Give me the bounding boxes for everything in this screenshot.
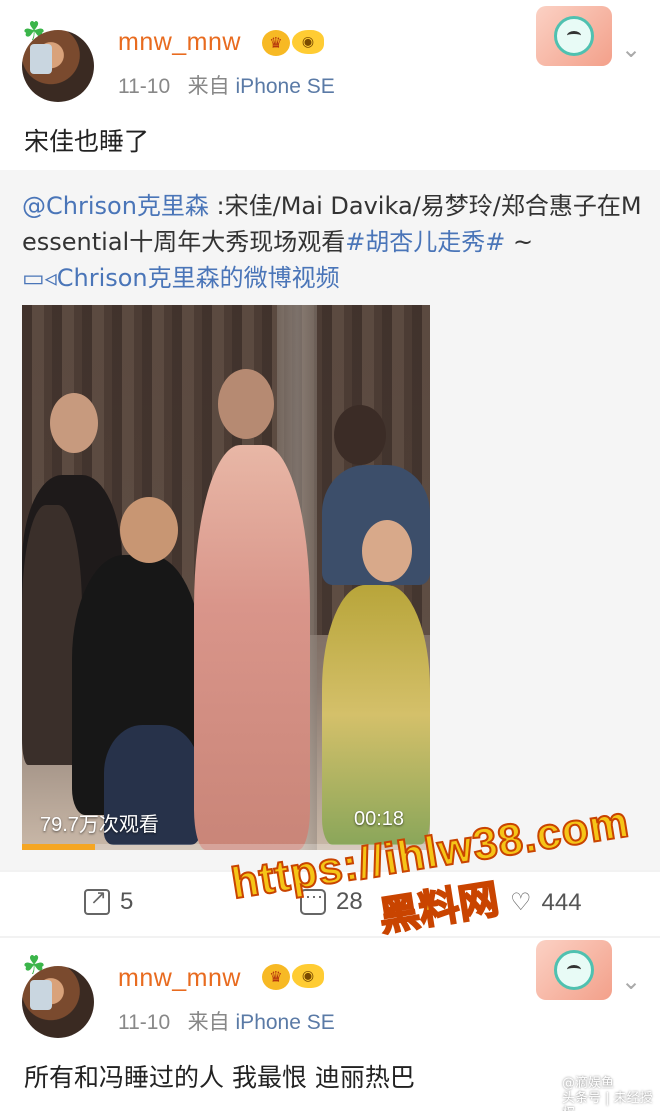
chevron-down-icon[interactable]: ⌄: [618, 968, 644, 994]
corner-watermark: @滴娱鱼 头条号 | 未经授权: [562, 1076, 660, 1111]
post-meta: 11-10 来自 iPhone SE: [118, 70, 335, 100]
video-progress-fill: [22, 844, 96, 850]
fish-badge-icon[interactable]: ◉: [292, 964, 324, 988]
repost-card[interactable]: @Chrison克里森 :宋佳/Mai Davika/易梦玲/郑合惠子在M es…: [0, 170, 660, 870]
video-source-link[interactable]: Chrison克里森的微博视频: [57, 264, 340, 292]
post-text: 宋佳也睡了: [24, 127, 150, 156]
source-device[interactable]: iPhone SE: [236, 1011, 335, 1034]
username[interactable]: mnw_mnw: [118, 28, 241, 57]
corner-watermark-line2: 头条号 | 未经授权: [562, 1091, 653, 1111]
share-count: 5: [120, 888, 134, 915]
video-figure: [322, 585, 430, 845]
share-icon: [84, 885, 110, 915]
weibo-post: ☘ mnw_mnw ♛ ◉ 11-10 来自 iPhone SE ⌄ 所有和冯睡…: [0, 938, 660, 1111]
corner-watermark-line1: @滴娱鱼: [562, 1076, 615, 1091]
post-meta: 11-10 来自 iPhone SE: [118, 1006, 335, 1036]
weibo-post: ☘ mnw_mnw ♛ ◉ 11-10 来自 iPhone SE ⌄ 宋佳也睡了…: [0, 0, 660, 870]
crown-badge-icon[interactable]: ♛: [262, 30, 290, 56]
source-prefix: 来自: [187, 1011, 230, 1034]
repost-tail: ~: [505, 228, 534, 256]
video-duration: 00:18: [354, 808, 405, 830]
chevron-down-icon[interactable]: ⌄: [618, 36, 644, 62]
video-player[interactable]: 79.7万次观看 00:18: [22, 305, 430, 850]
video-figure: [334, 405, 386, 465]
source-prefix: 来自: [187, 75, 230, 98]
video-figure: [218, 369, 274, 439]
source-device[interactable]: iPhone SE: [236, 75, 335, 98]
post-text: 所有和冯睡过的人 我最恨 迪丽热巴: [24, 1063, 415, 1092]
sticker-decoration: [536, 6, 612, 66]
repost-text: @Chrison克里森 :宋佳/Mai Davika/易梦玲/郑合惠子在M es…: [22, 188, 642, 296]
sticker-decoration: [536, 940, 612, 1000]
fish-badge-icon[interactable]: ◉: [292, 30, 324, 54]
hashtag-link[interactable]: #胡杏儿走秀#: [345, 228, 505, 256]
avatar[interactable]: [22, 30, 94, 102]
video-camera-icon: ▭◃: [22, 264, 57, 292]
post-date: 11-10: [118, 1011, 171, 1034]
video-figure: [194, 445, 310, 850]
post-date: 11-10: [118, 75, 171, 98]
repost-author-link[interactable]: @Chrison克里森: [22, 192, 209, 220]
video-figure: [362, 520, 412, 582]
video-figure: [120, 497, 178, 563]
crown-badge-icon[interactable]: ♛: [262, 964, 290, 990]
username[interactable]: mnw_mnw: [118, 964, 241, 993]
share-button[interactable]: 5: [84, 885, 134, 916]
video-figure: [50, 393, 98, 453]
video-views: 79.7万次观看: [40, 814, 159, 836]
avatar[interactable]: [22, 966, 94, 1038]
